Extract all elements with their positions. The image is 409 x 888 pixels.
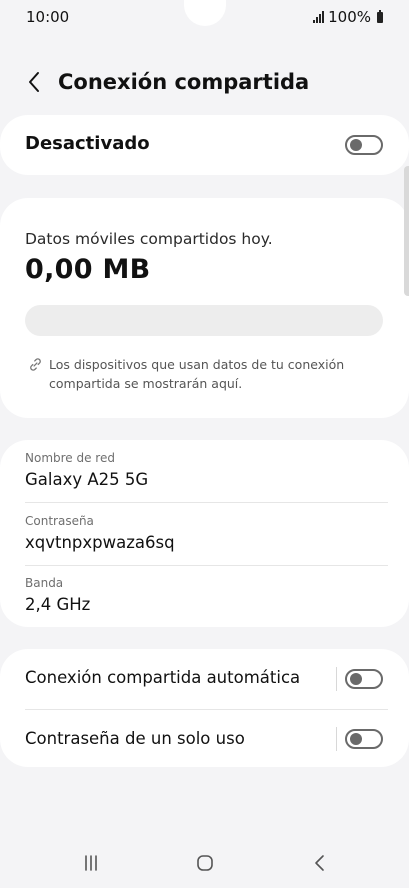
auto-hotspot-label[interactable]: Conexión compartida automática <box>25 668 300 687</box>
vertical-separator <box>336 667 337 691</box>
master-toggle-label: Desactivado <box>25 133 150 154</box>
settings-card: Conexión compartida automática Contraseñ… <box>0 649 409 767</box>
back-icon <box>315 855 324 871</box>
nav-back-button[interactable] <box>300 843 340 883</box>
camera-notch <box>184 0 226 26</box>
link-icon <box>30 358 41 371</box>
vertical-separator <box>336 727 337 751</box>
one-time-password-toggle[interactable] <box>345 729 383 749</box>
battery-icon <box>377 9 383 23</box>
home-button[interactable] <box>185 843 225 883</box>
recents-icon <box>85 855 97 871</box>
one-time-password-label[interactable]: Contraseña de un solo uso <box>25 729 245 748</box>
auto-hotspot-toggle[interactable] <box>345 669 383 689</box>
app-header: Conexión compartida <box>0 60 409 104</box>
battery-level: 100% <box>328 8 371 26</box>
navigation-bar <box>0 840 409 888</box>
network-name-row[interactable]: Nombre de red Galaxy A25 5G <box>0 440 409 502</box>
usage-label: Datos móviles compartidos hoy. <box>25 230 273 248</box>
password-value: xqvtnpxpwaza6sq <box>25 533 175 552</box>
band-value: 2,4 GHz <box>25 595 91 614</box>
toggle-knob <box>350 673 362 685</box>
scrollbar[interactable] <box>404 166 409 296</box>
usage-progress-bar <box>25 305 383 336</box>
password-label: Contraseña <box>25 514 94 528</box>
usage-note: Los dispositivos que usan datos de tu co… <box>49 357 345 391</box>
network-name-label: Nombre de red <box>25 451 115 465</box>
master-toggle-switch[interactable] <box>345 135 383 155</box>
back-button[interactable] <box>22 66 46 98</box>
home-icon <box>197 855 213 871</box>
usage-value: 0,00 MB <box>25 254 151 285</box>
band-label: Banda <box>25 576 64 590</box>
status-indicators: 100% <box>313 8 383 26</box>
band-row[interactable]: Banda 2,4 GHz <box>0 565 409 627</box>
status-bar: 10:00 100% <box>0 0 409 34</box>
recents-button[interactable] <box>71 843 111 883</box>
data-usage-card: Datos móviles compartidos hoy. 0,00 MB L… <box>0 198 409 418</box>
page-title: Conexión compartida <box>58 70 310 94</box>
master-toggle-card[interactable]: Desactivado <box>0 115 409 175</box>
password-row[interactable]: Contraseña xqvtnpxpwaza6sq <box>0 503 409 565</box>
chevron-left-icon <box>29 72 39 92</box>
toggle-knob <box>350 139 362 151</box>
row-divider <box>25 709 388 710</box>
toggle-knob <box>350 733 362 745</box>
status-time: 10:00 <box>26 8 70 26</box>
network-info-card: Nombre de red Galaxy A25 5G Contraseña x… <box>0 440 409 627</box>
network-name-value: Galaxy A25 5G <box>25 470 149 489</box>
signal-bars-icon <box>313 11 325 23</box>
